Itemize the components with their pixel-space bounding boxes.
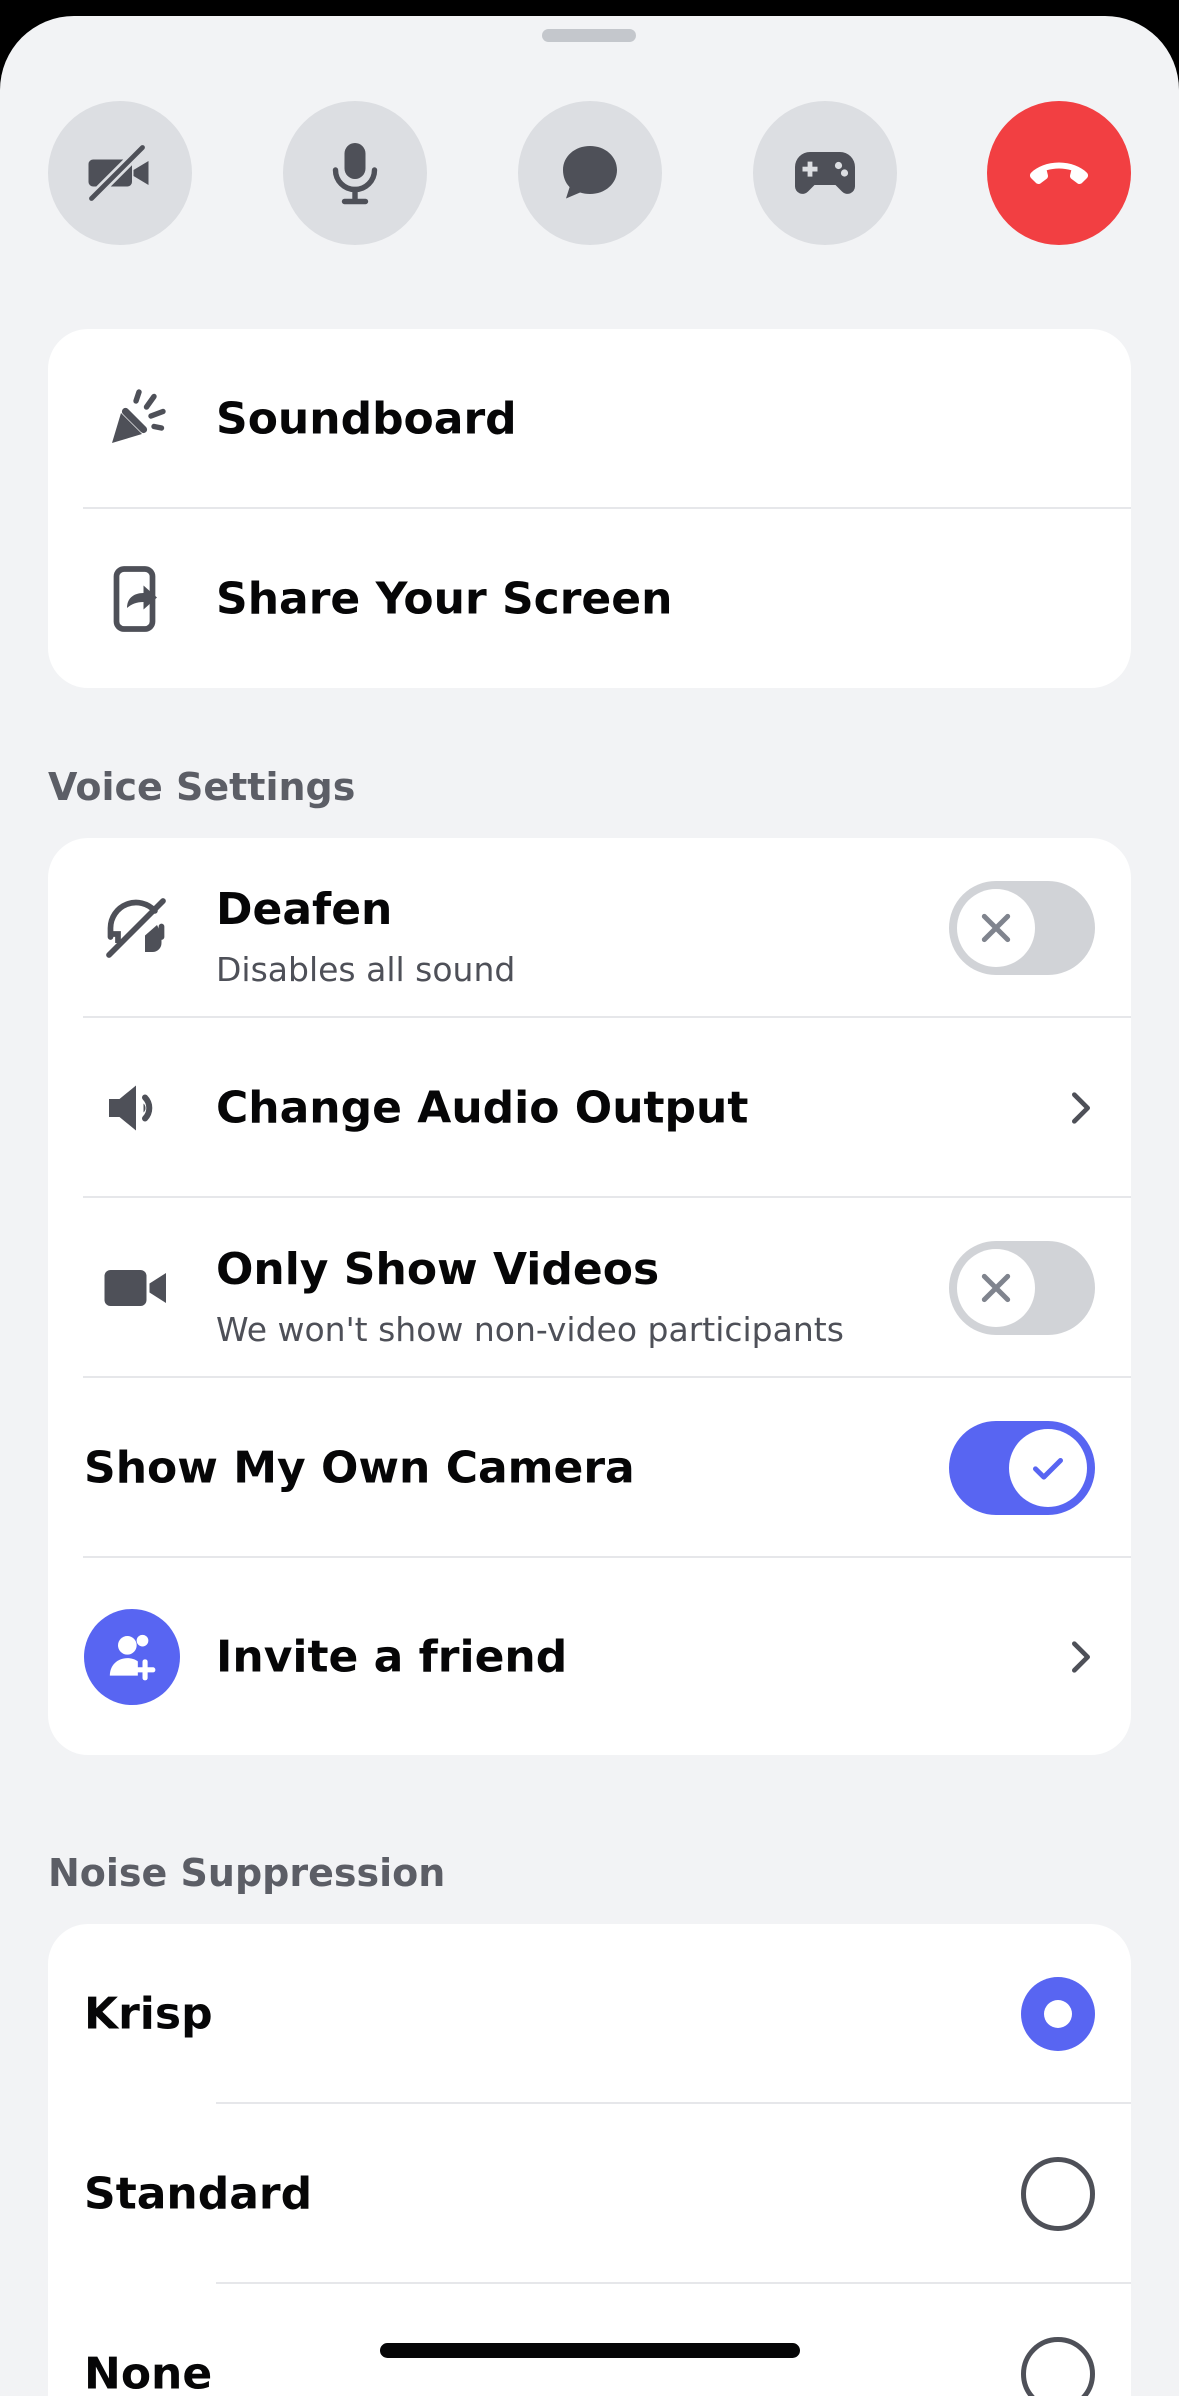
headphones-off-icon — [96, 888, 176, 968]
only-videos-toggle[interactable] — [949, 1241, 1095, 1335]
chevron-right-icon — [1061, 1637, 1101, 1677]
actions-card: Soundboard Share Your Screen — [48, 329, 1131, 688]
home-indicator — [380, 2343, 800, 2358]
noise-suppression-header: Noise Suppression — [48, 1851, 446, 1895]
deafen-title: Deafen — [216, 884, 393, 935]
noise-option-standard[interactable]: Standard — [48, 2104, 1131, 2284]
activities-button[interactable] — [753, 101, 897, 245]
noise-option-none[interactable]: None — [48, 2284, 1131, 2396]
invite-friend-icon — [84, 1608, 180, 1705]
own-camera-row[interactable]: Show My Own Camera — [48, 1378, 1131, 1558]
radio-standard[interactable] — [1021, 2157, 1095, 2231]
chat-bubble-icon — [563, 146, 617, 199]
checkmark-icon — [1033, 1458, 1063, 1480]
deafen-subtitle: Disables all sound — [216, 950, 516, 989]
noise-suppression-card: Krisp Standard None — [48, 1924, 1131, 2396]
leave-call-button[interactable] — [987, 101, 1131, 245]
camera-toggle-button[interactable] — [48, 101, 192, 245]
chat-button[interactable] — [518, 101, 662, 245]
sheet-grabber[interactable] — [542, 29, 636, 42]
soundboard-label: Soundboard — [216, 393, 517, 445]
only-videos-subtitle: We won't show non-video participants — [216, 1310, 844, 1349]
only-videos-row[interactable]: Only Show Videos We won't show non-video… — [48, 1198, 1131, 1378]
voice-call-sheet: Soundboard Share Your Screen Voice Setti… — [0, 16, 1179, 2396]
only-videos-title: Only Show Videos — [216, 1244, 660, 1295]
noise-option-label: None — [84, 2348, 213, 2396]
close-icon — [981, 913, 1011, 943]
deafen-row[interactable]: Deafen Disables all sound — [48, 838, 1131, 1018]
own-camera-toggle[interactable] — [949, 1421, 1095, 1515]
toggle-knob — [957, 889, 1035, 967]
noise-option-krisp[interactable]: Krisp — [48, 1924, 1131, 2104]
speaker-icon — [96, 1068, 176, 1148]
voice-settings-card: Deafen Disables all sound Change Audio O… — [48, 838, 1131, 1755]
noise-option-label: Standard — [84, 2168, 313, 2220]
video-camera-icon — [96, 1248, 176, 1328]
voice-settings-header: Voice Settings — [48, 765, 356, 809]
close-icon — [981, 1273, 1011, 1303]
invite-friend-row[interactable]: Invite a friend — [48, 1558, 1131, 1755]
radio-krisp[interactable] — [1021, 1977, 1095, 2051]
microphone-icon — [332, 143, 378, 205]
invite-friend-label: Invite a friend — [216, 1631, 568, 1682]
camera-off-icon — [86, 142, 149, 204]
gamepad-icon — [795, 152, 855, 194]
toggle-knob — [957, 1249, 1035, 1327]
audio-output-label: Change Audio Output — [216, 1082, 749, 1134]
share-screen-label: Share Your Screen — [216, 573, 673, 625]
share-screen-icon — [96, 559, 176, 639]
hang-up-icon — [1029, 162, 1089, 184]
soundboard-icon — [96, 379, 176, 459]
call-controls — [48, 101, 1131, 245]
soundboard-row[interactable]: Soundboard — [48, 329, 1131, 509]
toggle-knob — [1009, 1429, 1087, 1507]
own-camera-label: Show My Own Camera — [84, 1442, 635, 1494]
noise-option-label: Krisp — [84, 1988, 213, 2040]
mute-button[interactable] — [283, 101, 427, 245]
share-screen-row[interactable]: Share Your Screen — [48, 509, 1131, 688]
audio-output-row[interactable]: Change Audio Output — [48, 1018, 1131, 1198]
chevron-right-icon — [1061, 1088, 1101, 1128]
deafen-toggle[interactable] — [949, 881, 1095, 975]
radio-none[interactable] — [1021, 2337, 1095, 2396]
